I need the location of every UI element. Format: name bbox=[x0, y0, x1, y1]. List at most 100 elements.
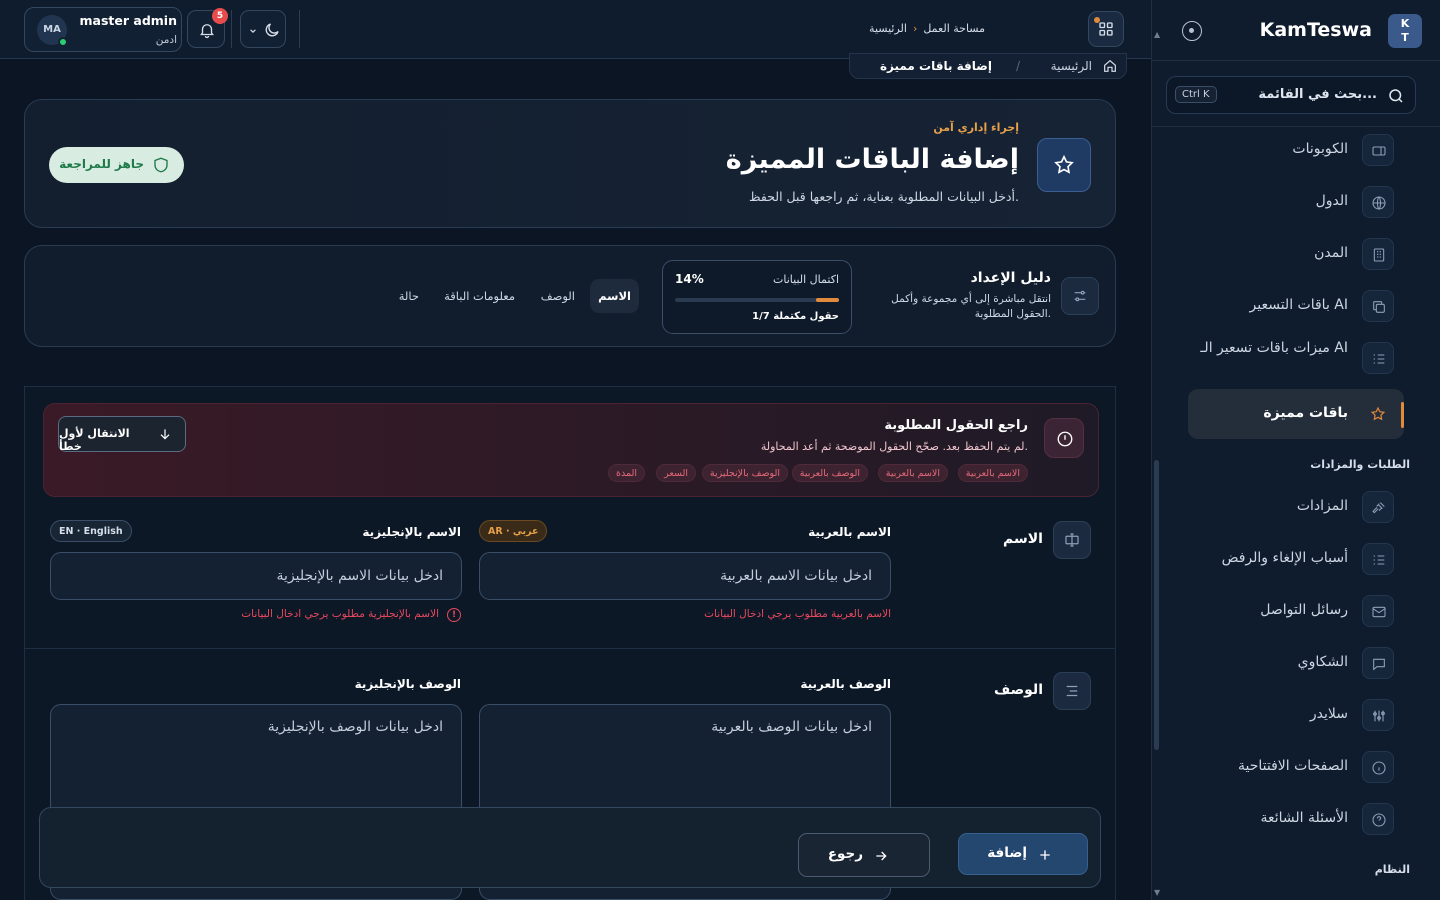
name-ar-label: الاسم بالعربية bbox=[808, 525, 891, 539]
text-cursor-icon bbox=[1053, 521, 1091, 559]
mail-icon bbox=[1362, 595, 1394, 627]
ready-status-badge: جاهز للمراجعة bbox=[49, 147, 184, 183]
user-name: master admin bbox=[79, 13, 177, 28]
error-icon: ! bbox=[447, 608, 461, 622]
chevron-down-icon bbox=[250, 29, 256, 34]
alert-subtitle: لم يتم الحفظ بعد. صحّح الحقول الموضحة ثم… bbox=[760, 440, 1028, 453]
info-icon bbox=[1362, 751, 1394, 783]
brand-logo: K T bbox=[1388, 14, 1422, 48]
sidebar-item-cities[interactable]: المدن bbox=[1188, 232, 1404, 276]
back-button[interactable]: رجوع bbox=[798, 833, 930, 877]
divider bbox=[1152, 60, 1440, 61]
sidebar-nav: الكوبونات الدول المدن باقات التسعير AI م… bbox=[1152, 128, 1440, 900]
bell-icon bbox=[200, 24, 214, 39]
notification-badge: 5 bbox=[212, 8, 228, 24]
user-role: ادمن bbox=[155, 34, 177, 46]
active-indicator bbox=[1401, 402, 1404, 428]
completion-count: 1/7 حقول مكتملة bbox=[752, 311, 839, 322]
arrow-right-icon bbox=[876, 851, 887, 861]
tab-name[interactable]: الاسم bbox=[590, 279, 639, 313]
tab-description[interactable]: الوصف bbox=[533, 279, 583, 313]
gavel-icon bbox=[1362, 491, 1394, 523]
lang-badge-en: EN · English bbox=[50, 520, 132, 542]
error-chip[interactable]: الوصف بالإنجليزية bbox=[701, 464, 788, 482]
brand: K T KamTeswa bbox=[1170, 14, 1422, 48]
sidebar-item-complaints[interactable]: الشكاوي bbox=[1188, 641, 1404, 685]
breadcrumb-home-link[interactable]: الرئيسية bbox=[1051, 59, 1092, 73]
menu-search[interactable]: بحث في القائمة... Ctrl K bbox=[1166, 76, 1416, 114]
sliders-icon bbox=[1362, 699, 1394, 731]
add-button[interactable]: إضافة bbox=[958, 833, 1088, 875]
completion-progress-track bbox=[675, 298, 839, 302]
main-content: الرئيسية / إضافة باقات مميزة إجراء إداري… bbox=[0, 53, 1151, 900]
list-check-icon bbox=[1362, 342, 1394, 374]
divider bbox=[231, 10, 232, 48]
scroll-up-icon[interactable]: ▲ bbox=[1154, 30, 1160, 39]
plus-icon bbox=[1040, 850, 1050, 860]
sidebar-item-onboarding[interactable]: الصفحات الافتتاحية bbox=[1188, 745, 1404, 789]
building-icon bbox=[1362, 238, 1394, 270]
search-icon bbox=[1387, 87, 1405, 105]
scroll-down-icon[interactable]: ▼ bbox=[1154, 888, 1160, 897]
divider bbox=[25, 648, 1115, 649]
star-icon bbox=[1362, 398, 1394, 430]
sidebar-item-countries[interactable]: الدول bbox=[1188, 180, 1404, 224]
validation-alert: راجع الحقول المطلوبة لم يتم الحفظ بعد. ص… bbox=[43, 403, 1099, 497]
error-chip[interactable]: الوصف بالعربية bbox=[791, 464, 868, 482]
error-chip[interactable]: الاسم بالعربية bbox=[877, 464, 948, 482]
sidebar: K T KamTeswa بحث في القائمة... Ctrl K ال… bbox=[1151, 0, 1440, 900]
description-section-header: الوصف bbox=[971, 672, 1091, 710]
sidebar-toggle-icon[interactable] bbox=[1182, 21, 1202, 41]
sidebar-item-coupons[interactable]: الكوبونات bbox=[1188, 128, 1404, 172]
breadcrumb-workspace[interactable]: مساحة العمل bbox=[923, 22, 985, 35]
sidebar-item-cancel-reasons[interactable]: أسباب الإلغاء والرفض bbox=[1188, 537, 1404, 581]
form-action-bar: إضافة رجوع bbox=[39, 807, 1101, 888]
error-chip[interactable]: الاسم بالعربية bbox=[957, 464, 1028, 482]
star-icon bbox=[1037, 138, 1091, 192]
theme-toggle[interactable] bbox=[240, 10, 286, 48]
sidebar-item-auctions[interactable]: المزادات bbox=[1188, 485, 1404, 529]
message-icon bbox=[1362, 647, 1394, 679]
sidebar-scrollbar[interactable] bbox=[1154, 460, 1159, 750]
jump-to-first-error-button[interactable]: الانتقال لأول خطأ bbox=[58, 416, 186, 453]
tab-status[interactable]: حالة bbox=[391, 279, 427, 313]
globe-icon bbox=[1362, 186, 1394, 218]
search-input[interactable]: بحث في القائمة... bbox=[1258, 87, 1377, 102]
sidebar-item-ai-features[interactable]: ميزات باقات تسعير الـ AI bbox=[1188, 336, 1404, 380]
sidebar-item-ai-pricing[interactable]: باقات التسعير AI bbox=[1188, 284, 1404, 328]
align-right-icon bbox=[1053, 672, 1091, 710]
grid-icon bbox=[1099, 22, 1113, 36]
alert-circle-icon bbox=[1044, 418, 1084, 458]
header-breadcrumb: مساحة العمل ‹ الرئيسية bbox=[869, 22, 985, 35]
section-system: النظام bbox=[1374, 863, 1410, 876]
online-status-dot bbox=[58, 37, 68, 47]
shortcut-badge: Ctrl K bbox=[1175, 86, 1217, 103]
name-en-input[interactable] bbox=[50, 552, 462, 600]
breadcrumb-home[interactable]: الرئيسية bbox=[869, 22, 907, 35]
error-chips: الاسم بالعربية الاسم بالعربية الوصف بالع… bbox=[598, 464, 1028, 482]
top-header: MA master admin ادمن 5 مساحة العمل ‹ الرئي… bbox=[0, 0, 1151, 59]
name-en-error: الاسم بالإنجليزية مطلوب يرجي ادخال البيا… bbox=[241, 608, 439, 620]
apps-button[interactable] bbox=[1088, 11, 1124, 47]
tab-package-info[interactable]: معلومات الباقة bbox=[436, 279, 523, 313]
name-ar-input[interactable] bbox=[479, 552, 891, 600]
copy-icon bbox=[1362, 290, 1394, 322]
breadcrumb-separator: / bbox=[1015, 59, 1020, 73]
lang-badge-ar: AR · عربي bbox=[479, 520, 548, 542]
completion-card: اكتمال البيانات 14% 1/7 حقول مكتملة bbox=[662, 260, 852, 334]
home-icon[interactable] bbox=[1102, 58, 1118, 78]
sidebar-item-faq[interactable]: الأسئلة الشائعة bbox=[1188, 797, 1404, 841]
error-chip[interactable]: المدة bbox=[608, 464, 645, 482]
page-hero: إجراء إداري آمن إضافة الباقات المميزة أد… bbox=[24, 99, 1116, 228]
settings-sliders-icon bbox=[1061, 277, 1099, 315]
section-orders: الطلبات والمزادات bbox=[1310, 458, 1410, 471]
guide-title: دليل الإعداد bbox=[970, 270, 1051, 286]
error-chip[interactable]: السعر bbox=[656, 464, 696, 482]
chevron-left-icon: ‹ bbox=[912, 22, 918, 35]
sidebar-item-slider[interactable]: سلايدر bbox=[1188, 693, 1404, 737]
user-menu[interactable]: MA master admin ادمن bbox=[24, 7, 182, 52]
completion-label: اكتمال البيانات bbox=[773, 273, 839, 286]
shield-icon bbox=[154, 157, 168, 173]
sidebar-item-featured-packages[interactable]: باقات مميزة bbox=[1188, 389, 1404, 439]
sidebar-item-messages[interactable]: رسائل التواصل bbox=[1188, 589, 1404, 633]
